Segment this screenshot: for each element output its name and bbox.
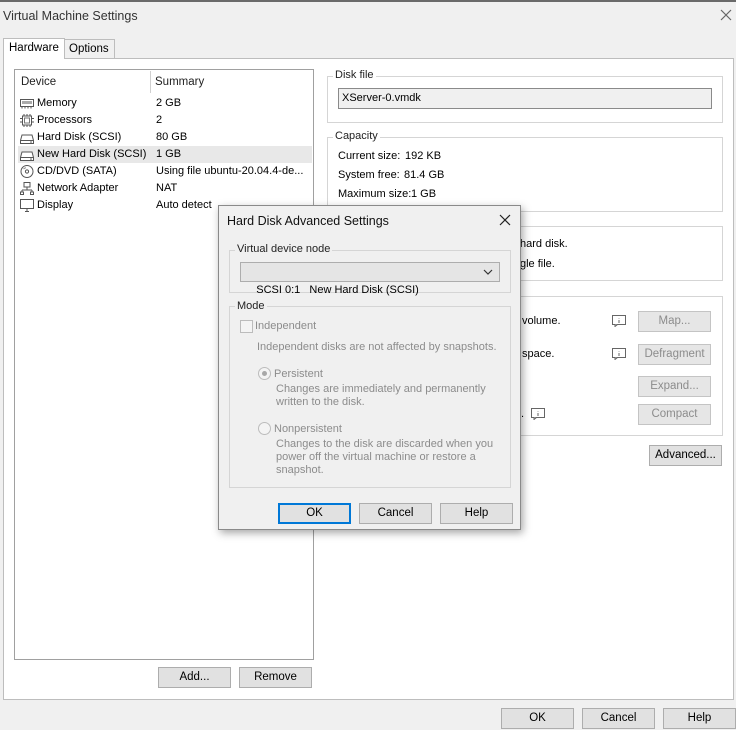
disk-file-field[interactable]: XServer-0.vmdk [338, 88, 712, 109]
defragment-description: space. [522, 348, 555, 360]
tab-hardware[interactable]: Hardware [3, 38, 65, 59]
device-name: CD/DVD (SATA) [37, 165, 117, 177]
close-icon [499, 214, 511, 226]
expand-button[interactable]: Expand... [638, 376, 711, 397]
persistent-description: Changes are immediately and permanently … [276, 383, 486, 408]
device-row-new-hard-disk[interactable]: New Hard Disk (SCSI) 1 GB [18, 146, 312, 163]
window-title: Virtual Machine Settings [3, 9, 138, 23]
virtual-device-node-select[interactable]: SCSI 0:1 New Hard Disk (SCSI) [240, 262, 500, 296]
map-button[interactable]: Map... [638, 311, 711, 332]
device-summary: 80 GB [156, 131, 188, 143]
device-row-cd-dvd[interactable]: CD/DVD (SATA) Using file ubuntu-20.04.4-… [18, 163, 312, 180]
device-name: Display [37, 199, 74, 211]
device-name: Hard Disk (SCSI) [37, 131, 122, 143]
current-size-value: 192 KB [405, 150, 442, 162]
defragment-button[interactable]: Defragment [638, 344, 711, 365]
independent-checkbox[interactable] [240, 320, 253, 333]
nonpersistent-description: Changes to the disk are discarded when y… [276, 438, 494, 476]
independent-description: Independent disks are not affected by sn… [257, 341, 497, 353]
summary-column-header[interactable]: Summary [155, 76, 204, 88]
hard-disk-icon [20, 131, 34, 144]
cancel-button[interactable]: Cancel [582, 708, 655, 729]
device-name: Processors [37, 114, 93, 126]
nonpersistent-label: Nonpersistent [274, 423, 342, 435]
dialog-close-button[interactable] [498, 213, 512, 227]
close-icon [720, 9, 732, 21]
independent-label: Independent [255, 320, 317, 332]
info-icon [531, 408, 545, 420]
mode-label: Mode [235, 300, 267, 312]
dialog-cancel-button[interactable]: Cancel [359, 503, 432, 524]
info-icon [612, 348, 626, 360]
tab-options[interactable]: Options [63, 39, 115, 59]
device-summary: 2 GB [156, 97, 182, 109]
system-free-label: System free: [338, 169, 400, 181]
compact-button[interactable]: Compact [638, 404, 711, 425]
column-separator[interactable] [150, 71, 151, 93]
dialog-help-button[interactable]: Help [440, 503, 513, 524]
network-adapter-icon [20, 182, 34, 195]
maximum-size-label: Maximum size: [338, 188, 412, 200]
disk-info-line-2: gle file. [520, 258, 555, 270]
memory-icon [20, 97, 34, 110]
maximum-size-value: 1 GB [411, 188, 437, 200]
persistent-radio[interactable] [258, 367, 271, 380]
disk-info-line-1: hard disk. [520, 238, 568, 250]
advanced-button[interactable]: Advanced... [649, 445, 722, 466]
device-row-hard-disk[interactable]: Hard Disk (SCSI) 80 GB [18, 129, 312, 146]
device-summary: 2 [156, 114, 163, 126]
ok-button[interactable]: OK [501, 708, 574, 729]
map-description: volume. [522, 315, 561, 327]
display-icon [20, 199, 34, 212]
persistent-label: Persistent [274, 368, 323, 380]
device-name: Memory [37, 97, 77, 109]
device-summary: NAT [156, 182, 178, 194]
virtual-device-node-label: Virtual device node [235, 243, 333, 255]
disk-file-label: Disk file [333, 69, 376, 81]
dialog-ok-button[interactable]: OK [278, 503, 351, 524]
device-summary: Using file ubuntu-20.04.4-de... [156, 165, 304, 177]
hard-disk-icon [20, 148, 34, 161]
chevron-down-icon [483, 268, 493, 276]
device-summary: 1 GB [156, 148, 182, 160]
window-top-border [0, 0, 736, 2]
dialog-title: Hard Disk Advanced Settings [227, 214, 389, 228]
device-row-network-adapter[interactable]: Network Adapter NAT [18, 180, 312, 197]
help-button[interactable]: Help [663, 708, 736, 729]
device-column-header[interactable]: Device [21, 76, 56, 88]
nonpersistent-radio[interactable] [258, 422, 271, 435]
device-name: Network Adapter [37, 182, 119, 194]
selected-value: SCSI 0:1 New Hard Disk (SCSI) [256, 284, 419, 296]
compact-description: . [521, 408, 525, 420]
device-name: New Hard Disk (SCSI) [37, 148, 147, 160]
current-size-label: Current size: [338, 150, 401, 162]
hard-disk-advanced-settings-dialog: Hard Disk Advanced Settings Virtual devi… [218, 205, 521, 530]
processor-icon [20, 114, 34, 127]
device-row-processors[interactable]: Processors 2 [18, 112, 312, 129]
info-icon [612, 315, 626, 327]
window-close-button[interactable] [719, 8, 733, 22]
system-free-value: 81.4 GB [404, 169, 445, 181]
cd-dvd-icon [20, 165, 34, 178]
capacity-label: Capacity [333, 130, 380, 142]
remove-device-button[interactable]: Remove [239, 667, 312, 688]
add-device-button[interactable]: Add... [158, 667, 231, 688]
device-row-memory[interactable]: Memory 2 GB [18, 95, 312, 112]
